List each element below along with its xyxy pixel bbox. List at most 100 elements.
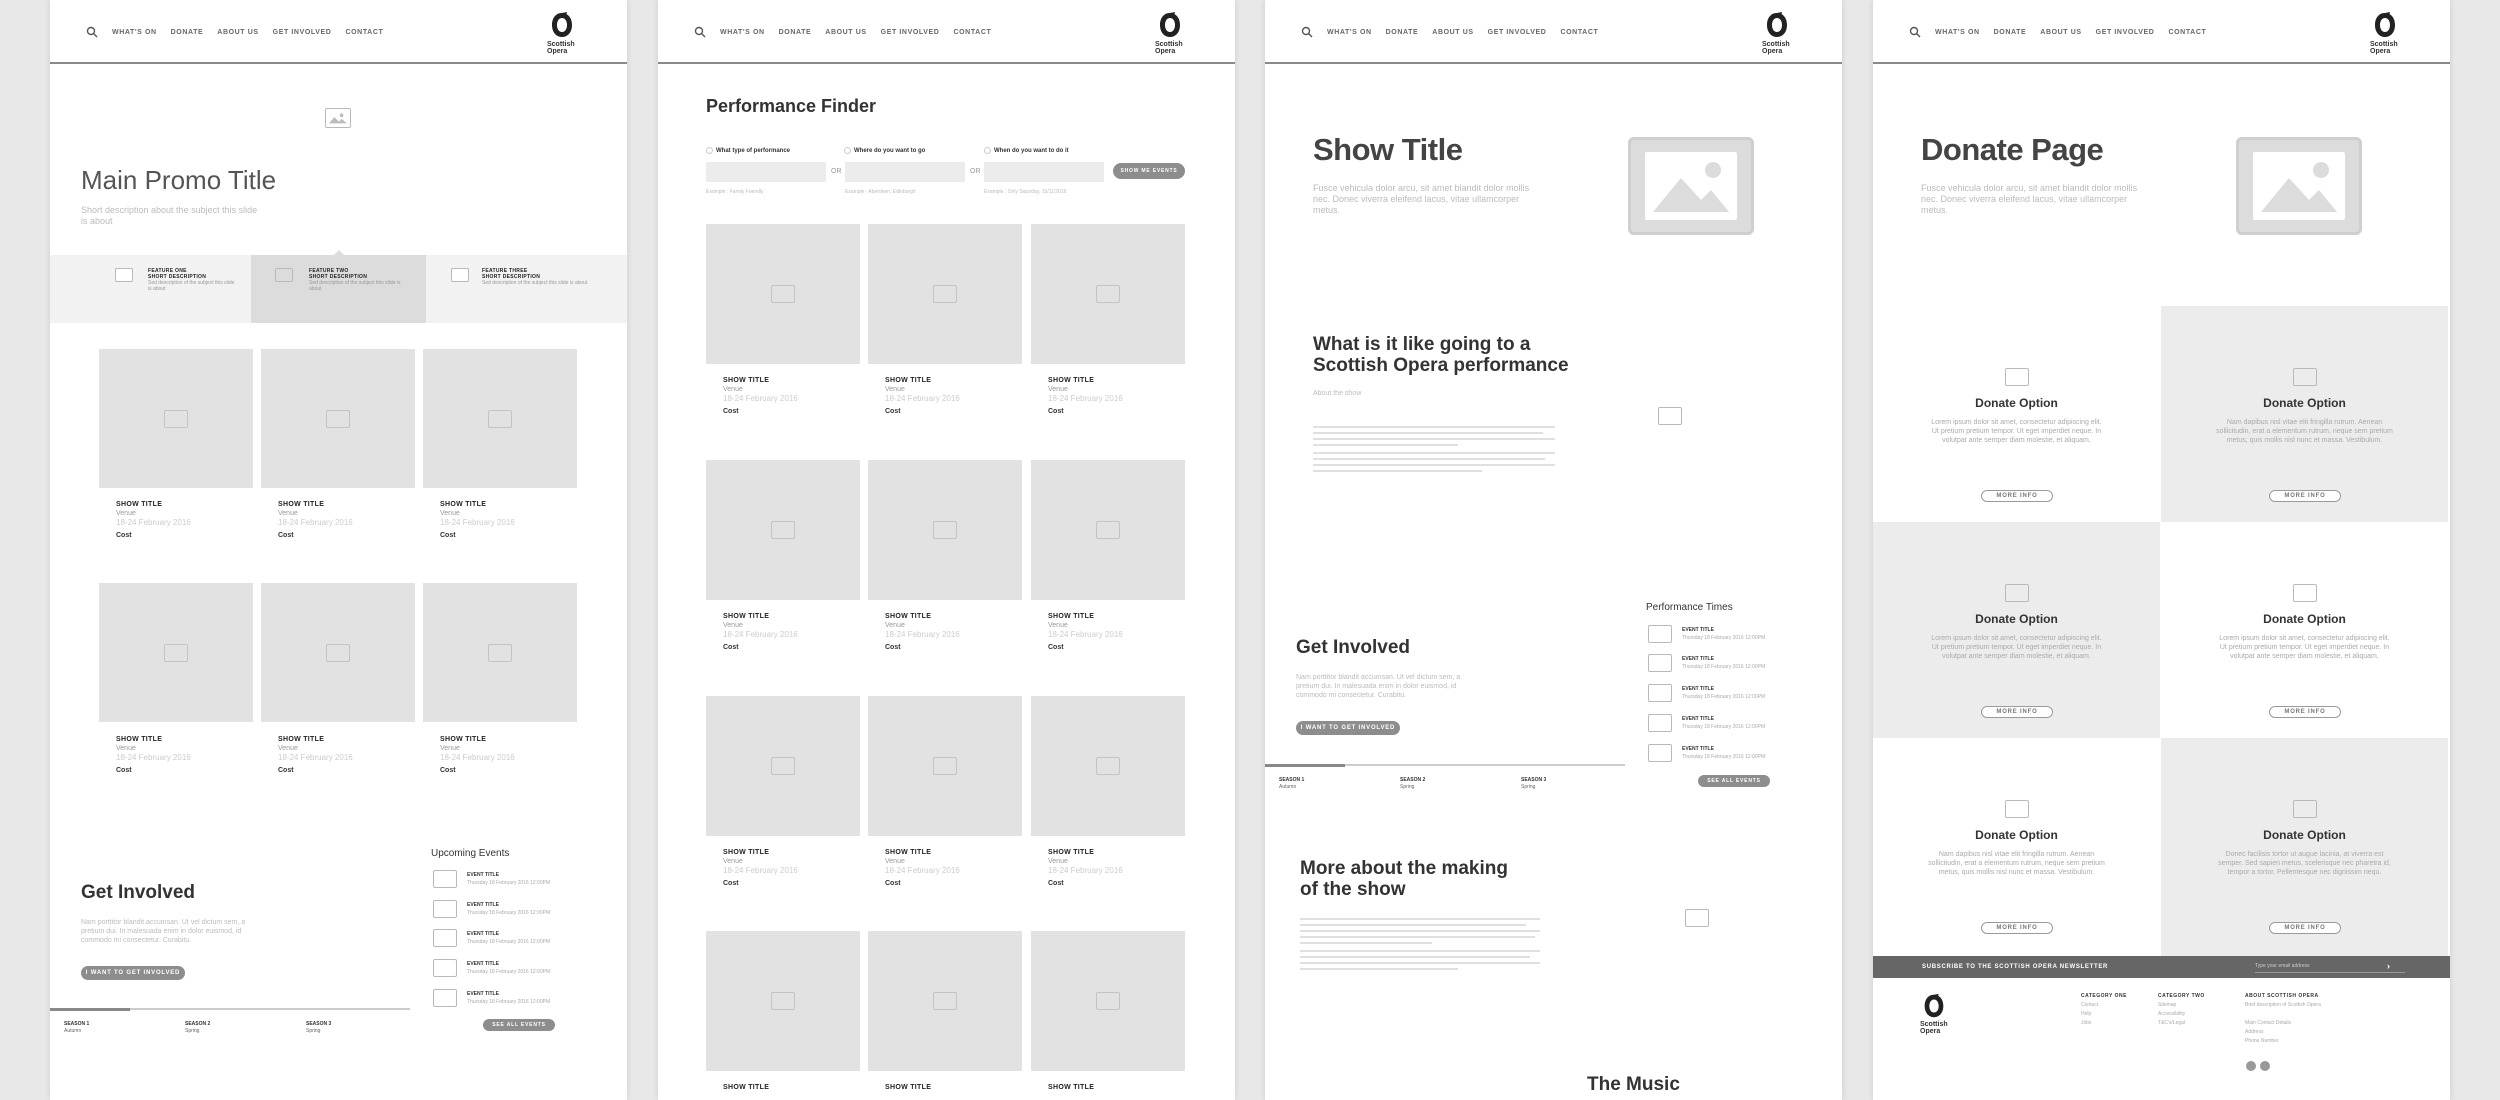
event-item[interactable]: EVENT TITLE Thursday 18 February 2016 12:…	[1648, 684, 1765, 702]
filter-where-input[interactable]	[845, 162, 965, 182]
show-card-image[interactable]	[868, 696, 1022, 836]
search-icon[interactable]	[694, 26, 706, 38]
footer-link[interactable]: Contact	[2081, 1002, 2098, 1008]
nav-donate[interactable]: DONATE	[779, 29, 812, 36]
filter-type-input[interactable]	[706, 162, 826, 182]
scottish-opera-logo[interactable]: Scottish Opera	[547, 10, 581, 55]
feature-two[interactable]: FEATURE TWO SHORT DESCRIPTION Sed descript…	[251, 250, 426, 323]
see-all-events-button[interactable]: SEE ALL EVENTS	[483, 1019, 555, 1031]
nav-contact[interactable]: CONTACT	[2168, 29, 2206, 36]
season-tab[interactable]: SEASON 3 Spring	[1521, 777, 1546, 791]
show-title[interactable]: SHOW TITLE	[278, 735, 353, 744]
season-tab[interactable]: SEASON 1 Autumn	[64, 1021, 89, 1035]
more-info-button[interactable]: MORE INFO	[1981, 922, 2053, 934]
season-tab[interactable]: SEASON 2 Spring	[185, 1021, 210, 1035]
twitter-icon[interactable]	[2260, 1061, 2270, 1071]
nav-contact[interactable]: CONTACT	[953, 29, 991, 36]
show-title[interactable]: SHOW TITLE	[1048, 376, 1123, 385]
event-item[interactable]: EVENT TITLE Thursday 18 February 2016 12:…	[433, 989, 550, 1007]
show-card-image[interactable]	[99, 583, 253, 722]
footer-link[interactable]: T&C's/Legal	[2158, 1020, 2185, 1026]
nav-get-involved[interactable]: GET INVOLVED	[881, 29, 940, 36]
radio-icon[interactable]	[844, 147, 851, 154]
event-item[interactable]: EVENT TITLE Thursday 18 February 2016 12:…	[1648, 625, 1765, 643]
more-info-button[interactable]: MORE INFO	[2269, 922, 2341, 934]
facebook-icon[interactable]	[2246, 1061, 2256, 1071]
event-item[interactable]: EVENT TITLE Thursday 18 February 2016 12:…	[433, 870, 550, 888]
show-card-image[interactable]	[423, 583, 577, 722]
nav-about-us[interactable]: ABOUT US	[217, 29, 258, 36]
nav-whats-on[interactable]: WHAT'S ON	[112, 29, 157, 36]
event-item[interactable]: EVENT TITLE Thursday 18 February 2016 12:…	[1648, 654, 1765, 672]
show-card-image[interactable]	[706, 696, 860, 836]
show-title[interactable]: SHOW TITLE	[116, 500, 191, 509]
nav-about-us[interactable]: ABOUT US	[1432, 29, 1473, 36]
show-title[interactable]: SHOW TITLE	[885, 376, 960, 385]
event-item[interactable]: EVENT TITLE Thursday 18 February 2016 12:…	[1648, 714, 1765, 732]
season-tab[interactable]: SEASON 2 Spring	[1400, 777, 1425, 791]
season-tab[interactable]: SEASON 1 Autumn	[1279, 777, 1304, 791]
nav-contact[interactable]: CONTACT	[1560, 29, 1598, 36]
radio-icon[interactable]	[706, 147, 713, 154]
footer-link[interactable]: Jobs	[2081, 1020, 2092, 1026]
season-tab[interactable]: SEASON 3 Spring	[306, 1021, 331, 1035]
more-info-button[interactable]: MORE INFO	[1981, 490, 2053, 502]
feature-one[interactable]: FEATURE ONE SHORT DESCRIPTION Sed descript…	[50, 255, 251, 323]
nav-about-us[interactable]: ABOUT US	[825, 29, 866, 36]
event-item[interactable]: EVENT TITLE Thursday 18 February 2016 12:…	[1648, 744, 1765, 762]
newsletter-submit-arrow-icon[interactable]: ›	[2387, 962, 2391, 971]
show-card-image[interactable]	[868, 931, 1022, 1071]
show-title[interactable]: SHOW TITLE	[723, 376, 798, 385]
show-title[interactable]: SHOW TITLE	[885, 612, 960, 621]
show-card-image[interactable]	[1031, 224, 1185, 364]
show-card-image[interactable]	[868, 224, 1022, 364]
footer-link[interactable]: Sitemap	[2158, 1002, 2176, 1008]
search-icon[interactable]	[1909, 26, 1921, 38]
show-card-image[interactable]	[423, 349, 577, 488]
show-title[interactable]: SHOW TITLE	[723, 1083, 769, 1092]
scottish-opera-logo[interactable]: Scottish Opera	[1155, 10, 1189, 55]
nav-whats-on[interactable]: WHAT'S ON	[1935, 29, 1980, 36]
nav-about-us[interactable]: ABOUT US	[2040, 29, 2081, 36]
show-card-image[interactable]	[706, 931, 860, 1071]
show-title[interactable]: SHOW TITLE	[723, 612, 798, 621]
show-card-image[interactable]	[706, 460, 860, 600]
footer-link[interactable]: Accessibility	[2158, 1011, 2185, 1017]
show-title[interactable]: SHOW TITLE	[440, 735, 515, 744]
show-card-image[interactable]	[1031, 696, 1185, 836]
event-item[interactable]: EVENT TITLE Thursday 18 February 2016 12:…	[433, 959, 550, 977]
scottish-opera-logo[interactable]: Scottish Opera	[1762, 10, 1796, 55]
filter-when-input[interactable]	[984, 162, 1104, 182]
nav-whats-on[interactable]: WHAT'S ON	[1327, 29, 1372, 36]
show-title[interactable]: SHOW TITLE	[1048, 1083, 1094, 1092]
show-card-image[interactable]	[261, 349, 415, 488]
event-item[interactable]: EVENT TITLE Thursday 18 February 2016 12:…	[433, 900, 550, 918]
show-card-image[interactable]	[261, 583, 415, 722]
search-icon[interactable]	[1301, 26, 1313, 38]
show-title[interactable]: SHOW TITLE	[278, 500, 353, 509]
more-info-button[interactable]: MORE INFO	[1981, 706, 2053, 718]
scottish-opera-logo[interactable]: Scottish Opera	[2370, 10, 2404, 55]
nav-get-involved[interactable]: GET INVOLVED	[273, 29, 332, 36]
show-title[interactable]: SHOW TITLE	[1048, 612, 1123, 621]
get-involved-button[interactable]: I WANT TO GET INVOLVED	[1296, 721, 1400, 735]
footer-logo[interactable]: Scottish Opera	[1920, 992, 1954, 1036]
nav-donate[interactable]: DONATE	[1386, 29, 1419, 36]
newsletter-email-input[interactable]: Type your email address	[2255, 961, 2405, 973]
show-me-events-button[interactable]: SHOW ME EVENTS	[1113, 163, 1185, 179]
search-icon[interactable]	[86, 26, 98, 38]
radio-icon[interactable]	[984, 147, 991, 154]
see-all-events-button[interactable]: SEE ALL EVENTS	[1698, 775, 1770, 787]
footer-link[interactable]: Help	[2081, 1011, 2091, 1017]
show-title[interactable]: SHOW TITLE	[723, 848, 798, 857]
show-title[interactable]: SHOW TITLE	[885, 1083, 931, 1092]
nav-whats-on[interactable]: WHAT'S ON	[720, 29, 765, 36]
nav-donate[interactable]: DONATE	[1994, 29, 2027, 36]
more-info-button[interactable]: MORE INFO	[2269, 706, 2341, 718]
show-card-image[interactable]	[99, 349, 253, 488]
nav-get-involved[interactable]: GET INVOLVED	[2096, 29, 2155, 36]
show-title[interactable]: SHOW TITLE	[1048, 848, 1123, 857]
more-info-button[interactable]: MORE INFO	[2269, 490, 2341, 502]
get-involved-button[interactable]: I WANT TO GET INVOLVED	[81, 966, 185, 980]
feature-three[interactable]: FEATURE THREE SHORT DESCRIPTION Sed descri…	[426, 255, 627, 323]
